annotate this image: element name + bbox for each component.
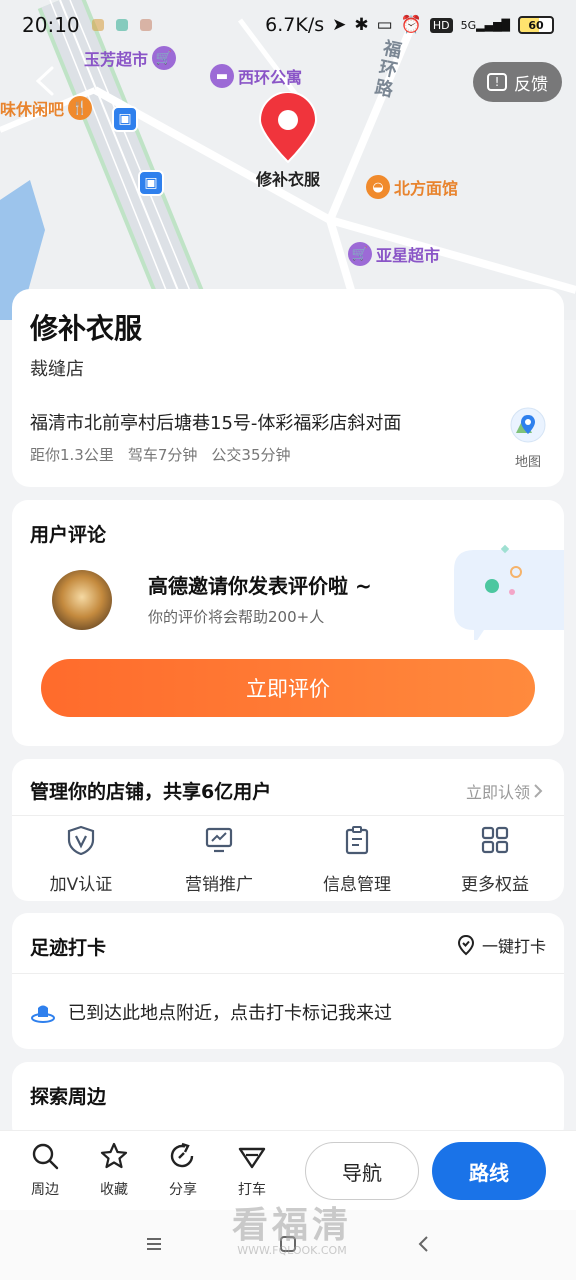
store-item-label: 营销推广 — [185, 875, 253, 895]
notification-icon — [139, 19, 152, 31]
review-invite-subtitle: 你的评价将会帮助200+人 — [148, 608, 325, 626]
fork-knife-icon: 🍴 — [68, 96, 93, 120]
vibrate-icon: ▭ — [376, 15, 393, 35]
more-benefits-button[interactable]: 更多权益 — [426, 823, 564, 895]
divider — [12, 973, 564, 974]
verified-v-icon — [67, 825, 95, 856]
bed-icon: ▬ — [210, 64, 234, 88]
network-type: 5G — [460, 18, 477, 32]
check-in-message-text: 已到达此地点附近，点击打卡标记我来过 — [68, 1003, 392, 1024]
bus-stop-icon[interactable]: ▣ — [112, 106, 138, 132]
verify-v-button[interactable]: 加V认证 — [12, 823, 150, 895]
place-travel-info: 距你1.3公里 驾车7分钟 公交35分钟 — [30, 444, 291, 465]
user-avatar — [52, 570, 112, 630]
store-management-card: 管理你的店铺，共享6亿用户 立即认领 加V认证 营销推广 信息管理 更多权益 — [12, 759, 564, 901]
poi-label: 西环公寓 — [238, 68, 303, 87]
favorite-button[interactable]: 收藏 — [89, 1141, 139, 1199]
claim-store-link[interactable]: 立即认领 — [466, 779, 546, 803]
map-button-label: 地图 — [514, 455, 541, 470]
watermark-url: WWW.FQLOOK.COM — [237, 1244, 347, 1257]
store-item-label: 信息管理 — [323, 875, 391, 895]
info-management-button[interactable]: 信息管理 — [288, 823, 426, 895]
store-section-title: 管理你的店铺，共享6亿用户 — [30, 781, 272, 803]
divider — [12, 815, 564, 816]
explore-title: 探索周边 — [30, 1086, 107, 1108]
place-category: 裁缝店 — [30, 359, 84, 380]
footprint-hat-icon — [31, 1005, 55, 1023]
feedback-button[interactable]: ! 反馈 — [473, 62, 562, 102]
location-check-icon — [457, 934, 474, 956]
one-tap-check-in-button[interactable]: 一键打卡 — [456, 933, 546, 957]
bus-stop-icon[interactable]: ▣ — [138, 170, 164, 196]
bluetooth-icon: ✱ — [354, 15, 369, 35]
poi-leisure-bar[interactable]: 味休闲吧 🍴 — [0, 96, 96, 120]
review-section-title: 用户评论 — [30, 524, 107, 546]
navigate-button[interactable]: 导航 — [305, 1142, 419, 1200]
share-label: 分享 — [169, 1182, 197, 1198]
battery-icon: 60 — [518, 16, 554, 34]
notification-icon — [115, 19, 128, 31]
network-speed: 6.7K/s — [265, 14, 325, 36]
favorite-label: 收藏 — [100, 1182, 128, 1198]
shopping-cart-icon: 🛒 — [348, 242, 372, 266]
back-arrow-icon[interactable] — [30, 64, 64, 98]
route-button[interactable]: 路线 — [432, 1142, 546, 1200]
menu-icon[interactable] — [142, 1232, 166, 1256]
marketing-button[interactable]: 营销推广 — [150, 823, 288, 895]
place-address[interactable]: 福清市北前亭村后塘巷15号-体彩福彩店斜对面 — [30, 409, 401, 435]
check-in-message[interactable]: 已到达此地点附近，点击打卡标记我来过 — [30, 999, 392, 1025]
drive-time-text: 驾车7分钟 — [127, 446, 198, 464]
poi-yaxing-supermarket[interactable]: 🛒 亚星超市 — [348, 242, 440, 266]
user-review-card: 用户评论 高德邀请你发表评价啦 ~ 你的评价将会帮助200+人 立即评价 — [12, 500, 564, 746]
nearby-button[interactable]: 周边 — [20, 1141, 70, 1199]
chat-bubble-decoration-icon — [454, 544, 564, 640]
notification-icon — [91, 19, 104, 31]
star-icon — [100, 1142, 128, 1169]
store-item-label: 更多权益 — [461, 875, 529, 895]
share-button[interactable]: 分享 — [158, 1141, 208, 1199]
poi-label: 北方面馆 — [394, 179, 459, 198]
watermark-text: 看福清 — [231, 1205, 352, 1246]
poi-xihuan-apartment[interactable]: ▬ 西环公寓 — [210, 64, 302, 88]
map-button[interactable]: 地图 — [506, 407, 550, 470]
check-in-button-label: 一键打卡 — [481, 937, 546, 956]
chart-monitor-icon — [205, 827, 233, 853]
distance-text: 距你1.3公里 — [30, 446, 114, 464]
taxi-button[interactable]: 打车 — [227, 1141, 277, 1199]
selected-location-pin-icon[interactable] — [258, 92, 318, 164]
location-arrow-icon: ➤ — [332, 15, 347, 35]
share-icon — [170, 1142, 194, 1168]
place-title: 修补衣服 — [30, 312, 143, 345]
bowl-icon: ◒ — [366, 175, 390, 199]
place-info-card: 修补衣服 裁缝店 福清市北前亭村后塘巷15号-体彩福彩店斜对面 距你1.3公里 … — [12, 289, 564, 487]
alarm-icon: ⏰ — [400, 15, 422, 35]
store-item-label: 加V认证 — [49, 875, 113, 895]
signal-icon: 5G▂▄▆█ — [460, 18, 510, 32]
feedback-icon: ! — [487, 73, 507, 91]
selected-location-label: 修补衣服 — [255, 170, 320, 189]
store-actions: 加V认证 营销推广 信息管理 更多权益 — [12, 823, 564, 895]
poi-label: 味休闲吧 — [0, 100, 65, 119]
feedback-label: 反馈 — [514, 74, 548, 95]
poi-label: 亚星超市 — [376, 246, 441, 265]
search-icon — [32, 1143, 59, 1170]
rate-now-button[interactable]: 立即评价 — [41, 659, 535, 717]
map-icon — [510, 407, 546, 443]
clipboard-icon — [345, 826, 369, 855]
review-invite-title: 高德邀请你发表评价啦 ~ — [148, 574, 372, 598]
check-in-card: 足迹打卡 一键打卡 已到达此地点附近，点击打卡标记我来过 — [12, 913, 564, 1049]
chevron-right-icon — [534, 784, 543, 798]
status-bar: 20:10 6.7K/s ➤ ✱ ▭ ⏰ HD 5G▂▄▆█ 60 — [0, 0, 576, 50]
claim-label: 立即认领 — [465, 783, 530, 802]
taxi-icon — [238, 1147, 266, 1169]
back-icon[interactable] — [412, 1232, 436, 1256]
bus-time-text: 公交35分钟 — [211, 446, 291, 464]
hd-badge: HD — [429, 17, 453, 33]
check-in-title: 足迹打卡 — [30, 937, 107, 959]
watermark: 看福清 WWW.FQLOOK.COM — [222, 1196, 362, 1257]
status-time: 20:10 — [22, 13, 80, 37]
poi-beifang-noodles[interactable]: ◒ 北方面馆 — [366, 175, 458, 199]
grid-icon — [481, 826, 509, 854]
nearby-label: 周边 — [31, 1182, 59, 1198]
